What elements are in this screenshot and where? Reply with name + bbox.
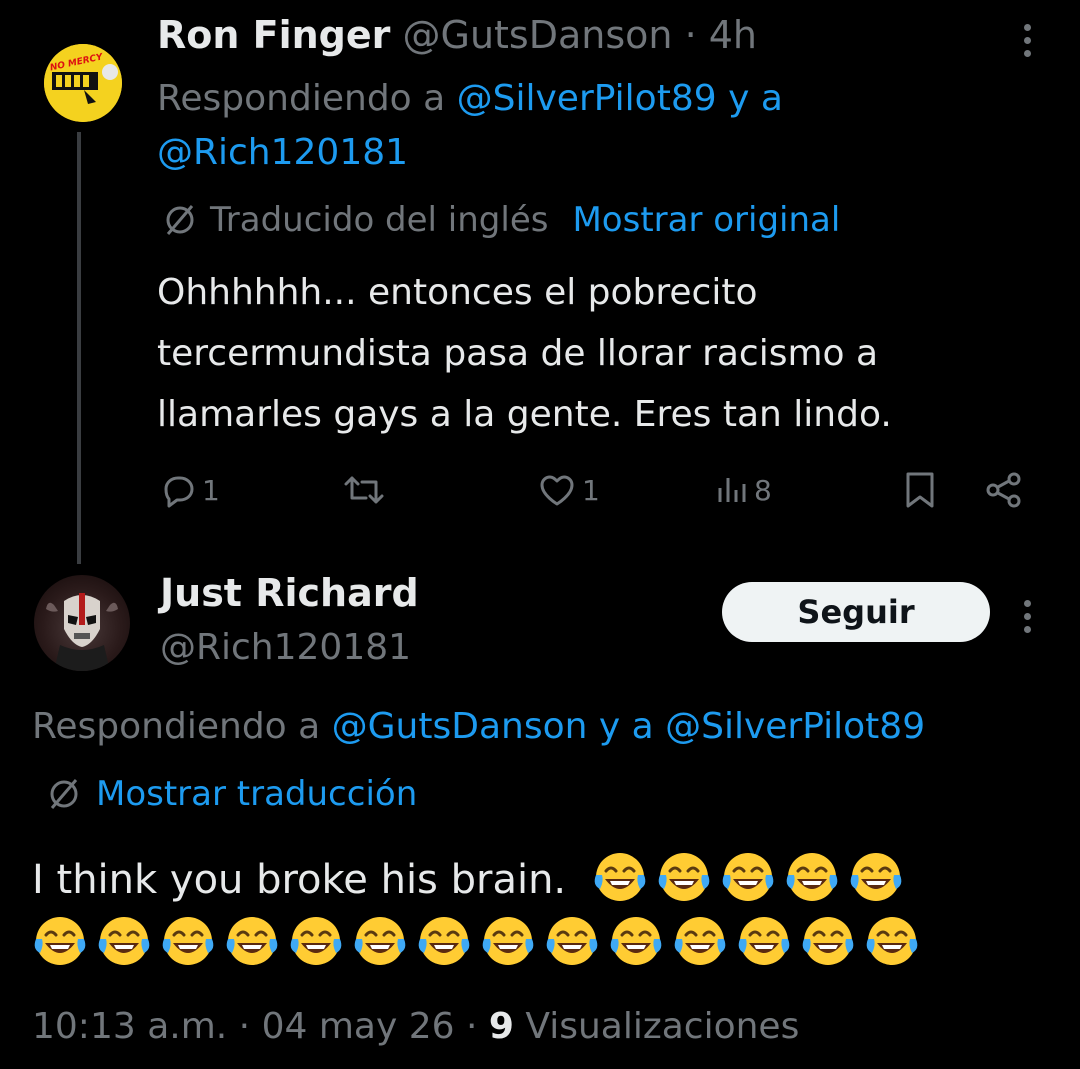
mention-gutsdanson[interactable]: @GutsDanson <box>332 706 588 747</box>
share-icon <box>986 472 1021 508</box>
tears-of-joy-emoji-icon <box>546 917 598 965</box>
like-count: 1 <box>582 473 600 507</box>
tears-of-joy-emoji-icon <box>98 917 150 965</box>
translated-label: Traducido del inglés <box>210 200 549 240</box>
views-button[interactable]: 8 <box>714 470 772 510</box>
heart-icon <box>540 475 574 506</box>
tweet2-author-handle[interactable]: @Rich120181 <box>160 625 411 671</box>
thread-line <box>77 132 81 564</box>
tears-of-joy-emoji-icon <box>674 917 726 965</box>
reply-icon <box>164 476 194 508</box>
tears-of-joy-emoji-icon <box>226 917 278 965</box>
emoji-group-line1 <box>592 853 912 903</box>
replying-prefix: Respondiendo a <box>32 706 332 747</box>
tweet2-date[interactable]: 04 may 26 <box>262 1006 455 1047</box>
views-chart-icon <box>718 478 746 502</box>
tweet1-separator: · <box>672 13 709 57</box>
tweet2-body: I think you broke his brain. <box>32 848 1042 976</box>
retweet-button[interactable] <box>342 470 390 510</box>
follow-button[interactable]: Seguir <box>722 582 990 642</box>
tweet2-translation-bar: Mostrar traducción <box>44 770 417 818</box>
show-original-link[interactable]: Mostrar original <box>572 196 840 244</box>
tweet1-more-button[interactable] <box>1024 24 1031 63</box>
reply-button[interactable]: 1 <box>158 470 220 510</box>
bookmark-button[interactable] <box>902 470 938 510</box>
tears-of-joy-emoji-icon <box>722 853 773 901</box>
tweet1-replying-to: Respondiendo a @SilverPilot89 y a @Rich1… <box>157 72 977 180</box>
tweet1-header: Ron Finger @GutsDanson · 4h <box>157 12 757 58</box>
tears-of-joy-emoji-icon <box>738 917 790 965</box>
tears-of-joy-emoji-icon <box>786 853 837 901</box>
tears-of-joy-emoji-icon <box>610 917 662 965</box>
tears-of-joy-emoji-icon <box>162 917 214 965</box>
tweet1-action-bar: 1 1 8 <box>158 470 1028 520</box>
tweet2-replying-to: Respondiendo a @GutsDanson y a @SilverPi… <box>32 700 925 754</box>
tears-of-joy-emoji-icon <box>866 917 918 965</box>
share-button[interactable] <box>984 470 1024 510</box>
show-translation-link[interactable]: Mostrar traducción <box>96 770 417 818</box>
tweet2-meta: 10:13 a.m. · 04 may 26 · 9 Visualizacion… <box>32 1006 800 1047</box>
tears-of-joy-emoji-icon <box>482 917 534 965</box>
emoji-group-line2 <box>32 917 928 967</box>
retweet-icon <box>344 476 384 504</box>
mention-silverpilot89[interactable]: @SilverPilot89 <box>665 706 925 747</box>
tears-of-joy-emoji-icon <box>594 853 645 901</box>
mention-rich120181[interactable]: @Rich120181 <box>157 132 408 173</box>
tears-of-joy-emoji-icon <box>34 917 86 965</box>
translate-icon <box>50 779 78 809</box>
avatar-ron-finger[interactable]: NO MERCY <box>44 44 122 122</box>
skull-mask-avatar-icon <box>46 593 118 671</box>
tweet2-body-text: I think you broke his brain. <box>32 857 567 903</box>
tweet2-views-count: 9 <box>488 1006 514 1047</box>
reply-count: 1 <box>202 473 220 507</box>
tweet2-views-label: Visualizaciones <box>525 1006 800 1047</box>
tweet1-time[interactable]: 4h <box>709 13 757 57</box>
translate-icon <box>166 205 194 235</box>
avatar-just-richard[interactable] <box>34 575 130 671</box>
tweet1-translation-bar: Traducido del inglés Mostrar original <box>160 196 840 244</box>
replying-prefix: Respondiendo a <box>157 78 457 119</box>
tweet2-time[interactable]: 10:13 a.m. <box>32 1006 227 1047</box>
tweet1-author-name[interactable]: Ron Finger <box>157 13 390 57</box>
tweet2-more-button[interactable] <box>1024 600 1031 639</box>
like-button[interactable]: 1 <box>536 470 600 510</box>
tweet2-author-name[interactable]: Just Richard <box>160 570 419 616</box>
tears-of-joy-emoji-icon <box>802 917 854 965</box>
tears-of-joy-emoji-icon <box>658 853 709 901</box>
tears-of-joy-emoji-icon <box>290 917 342 965</box>
bookmark-icon <box>906 472 934 508</box>
tweet1-author-handle[interactable]: @GutsDanson <box>403 13 673 57</box>
tweet1-body: Ohhhhhh... entonces el pobrecito tercerm… <box>157 272 892 435</box>
no-mercy-logo-icon: NO MERCY <box>44 44 122 122</box>
replying-and[interactable]: y a <box>587 706 665 747</box>
mention-silverpilot89[interactable]: @SilverPilot89 <box>457 78 717 119</box>
tears-of-joy-emoji-icon <box>354 917 406 965</box>
tears-of-joy-emoji-icon <box>850 853 901 901</box>
tears-of-joy-emoji-icon <box>418 917 470 965</box>
views-count: 8 <box>754 473 772 507</box>
replying-and[interactable]: y a <box>717 78 783 119</box>
